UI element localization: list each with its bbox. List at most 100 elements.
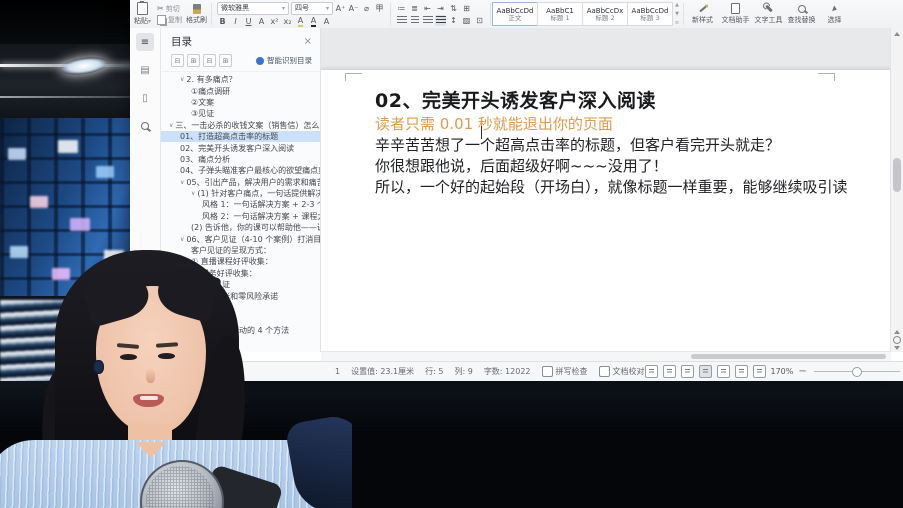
status-item[interactable]: 拼写检查 (541, 366, 588, 377)
toc-item[interactable]: ∨(1) 针对客户痛点，一句话提供解决方案 (161, 188, 320, 199)
print-layout-icon[interactable] (698, 365, 712, 378)
status-item[interactable]: 设置值: 23.1厘米 (351, 366, 414, 377)
justify-icon[interactable] (435, 14, 446, 26)
strikethrough-button[interactable]: A (256, 16, 267, 27)
read-layout-icon[interactable] (662, 365, 676, 378)
expand-all-icon[interactable]: ⊞ (187, 54, 200, 67)
toc-expand-arrow[interactable]: ∨ (169, 122, 173, 129)
toc-item[interactable]: ③见证 (161, 108, 320, 119)
fullscreen-view-icon[interactable] (644, 365, 658, 378)
style-gallery-scroll[interactable]: ▲ ▼ ≡ (673, 0, 681, 28)
tool-button-4[interactable]: 查找替换 (785, 0, 818, 28)
underline-button[interactable]: U (243, 16, 254, 27)
write-mode-icon[interactable] (680, 365, 694, 378)
document-canvas[interactable]: 02、完美开头诱发客户深入阅读 读者只需 0.01 秒就能退出你的页面 辛辛苦苦… (321, 28, 891, 352)
sort-icon[interactable]: ⇅ (448, 3, 459, 14)
tool-button-3[interactable]: 文字工具 (752, 0, 785, 28)
status-item[interactable]: 行: 5 (425, 366, 443, 377)
bullet-list-icon[interactable]: ≔ (396, 3, 407, 14)
previous-page-icon[interactable] (894, 330, 900, 334)
toc-item[interactable]: 04、子弹头瞄准客户最核心的欲望痛点爽点 (161, 165, 320, 176)
character-shading-button[interactable]: A (321, 16, 332, 27)
numbered-list-icon[interactable]: ≣ (409, 3, 420, 14)
smart-recognize-button[interactable]: 智能识别目录 (256, 55, 312, 66)
format-painter-button[interactable]: 格式刷 (184, 0, 209, 28)
web-layout-icon[interactable] (716, 365, 730, 378)
toc-expand-arrow[interactable]: ∨ (191, 190, 195, 197)
increase-indent-icon[interactable]: ⇥ (435, 3, 446, 14)
subscript-button[interactable]: x₂ (282, 16, 293, 27)
zoom-out-button[interactable]: − (798, 366, 806, 377)
toc-item[interactable]: ②文案 (161, 97, 320, 108)
outline-view-icon[interactable] (734, 365, 748, 378)
style-cell[interactable]: AaBbCcDd 标题 3 (627, 2, 673, 26)
cut-button[interactable]: ✂ 剪切 (155, 4, 184, 14)
select-button[interactable]: 选择 (818, 0, 851, 28)
vertical-scrollbar[interactable] (890, 28, 903, 352)
toc-item[interactable]: ①痛点调研 (161, 85, 320, 96)
phonetic-guide-icon[interactable]: 甲 (374, 3, 385, 14)
status-item[interactable]: 字数: 12022 (484, 366, 531, 377)
toc-item[interactable]: 风格 1：一句话解决方案 + 2-3 个结果 ... (161, 199, 320, 210)
toc-panel-icon[interactable]: ≡ (136, 33, 154, 51)
line-spacing-icon[interactable]: ↕ (448, 15, 459, 26)
font-name-select[interactable]: 微软雅黑 ▾ (217, 1, 289, 15)
close-icon[interactable]: × (304, 36, 312, 47)
expand-level-icon[interactable]: ⊞ (219, 54, 232, 67)
align-left-icon[interactable] (396, 15, 407, 26)
toc-item[interactable]: ∨06、客户见证（4-10 个案例）打消目标客户的... (161, 233, 320, 244)
tool-button-1[interactable]: 新样式 (686, 0, 719, 28)
toc-item[interactable]: ∨ 2. 有多痛点？ (161, 74, 320, 85)
zoom-level[interactable]: 170% (771, 367, 794, 376)
decrease-font-icon[interactable]: A⁻ (348, 3, 359, 14)
toc-expand-arrow[interactable]: ∨ (180, 76, 184, 83)
toc-item[interactable]: 风格 2：一句话解决方案 + 课程大纲 (161, 211, 320, 222)
scroll-up-icon[interactable] (894, 32, 900, 36)
shading-icon[interactable]: ▨ (461, 15, 472, 26)
toc-item[interactable]: ∨ 05、引出产品，解决用户的需求和痛苦点 (161, 177, 320, 188)
chapter-panel-icon[interactable]: ▤ (136, 61, 154, 79)
copy-button[interactable]: 复制 (155, 14, 184, 25)
highlight-color-button[interactable]: A (295, 16, 306, 27)
style-cell[interactable]: AaBbC1 标题 1 (537, 2, 583, 26)
toc-item[interactable]: ∨ 三、一击必杀的收钱文案（销售信）怎么写？ (161, 120, 320, 131)
zoom-slider-knob[interactable] (851, 367, 862, 377)
horizontal-scroll-thumb[interactable] (691, 354, 886, 359)
tool-button-2[interactable]: 文档助手 (719, 0, 752, 28)
bold-button[interactable]: B (217, 16, 228, 27)
increase-font-icon[interactable]: A⁺ (335, 3, 346, 14)
toc-item[interactable]: 02、完美开头诱发客户深入阅读 (161, 142, 320, 153)
font-size-select[interactable]: 四号 ▾ (291, 1, 333, 15)
tool-label: 新样式 (692, 15, 713, 24)
eye-protection-icon[interactable] (752, 365, 766, 378)
toc-expand-arrow[interactable]: ∨ (180, 236, 184, 243)
style-cell[interactable]: AaBbCcDx 标题 2 (582, 2, 628, 26)
align-right-icon[interactable] (422, 15, 433, 26)
next-page-icon[interactable] (894, 346, 900, 350)
toc-item[interactable]: 03、痛点分析 (161, 154, 320, 165)
collapse-all-icon[interactable]: ⊟ (171, 54, 184, 67)
vertical-scroll-thumb[interactable] (893, 158, 901, 192)
document-page[interactable]: 02、完美开头诱发客户深入阅读 读者只需 0.01 秒就能退出你的页面 辛辛苦苦… (321, 70, 891, 352)
search-panel-icon[interactable] (136, 117, 154, 135)
font-color-button[interactable]: A (308, 16, 319, 27)
bookmark-panel-icon[interactable]: ▯ (136, 89, 154, 107)
table-icon[interactable]: ⊞ (461, 3, 472, 14)
style-cell[interactable]: AaBbCcDd 正文 (492, 2, 538, 26)
paste-button[interactable]: 粘贴▾ (130, 0, 155, 28)
status-item[interactable]: 列: 9 (454, 366, 472, 377)
expand-level-icon[interactable]: ⊟ (203, 54, 216, 67)
italic-button[interactable]: I (230, 16, 241, 27)
clear-format-icon[interactable]: ⌀ (361, 3, 372, 14)
status-item[interactable]: 文档校对 (598, 366, 645, 377)
select-browse-object-icon[interactable] (893, 336, 901, 344)
borders-icon[interactable]: ⊡ (474, 15, 485, 26)
align-center-icon[interactable] (409, 15, 420, 26)
decrease-indent-icon[interactable]: ⇤ (422, 3, 433, 14)
zoom-slider[interactable] (813, 367, 900, 377)
superscript-button[interactable]: x² (269, 16, 280, 27)
status-item-label: 拼写检查 (555, 367, 588, 376)
toc-item[interactable]: 01、打造超高点击率的标题 (161, 130, 320, 143)
toc-item[interactable]: (2) 告诉他，你的课可以帮助他——课程... (161, 222, 320, 233)
toc-expand-arrow[interactable]: ∨ (180, 179, 184, 186)
